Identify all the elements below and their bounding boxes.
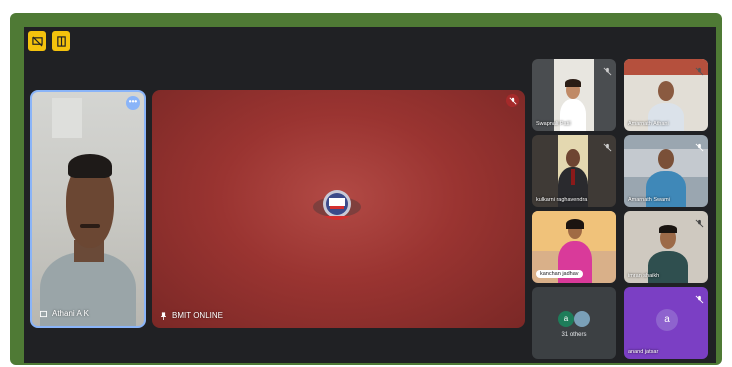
- participant-tile[interactable]: Swapnali Patil: [532, 59, 616, 131]
- participant-name-pill: kanchan jadhav: [536, 270, 583, 278]
- participant-tile[interactable]: kulkarni raghavendra: [532, 135, 616, 207]
- participant-tile[interactable]: Amarnath Swami: [624, 135, 708, 207]
- panel-button[interactable]: [52, 31, 70, 51]
- participant-tile[interactable]: imran shaikh: [624, 211, 708, 283]
- meet-window: ••• Athani A K BMIT ONLINE Swapnali Pati…: [24, 27, 716, 363]
- participant-name: kanchan jadhav: [540, 271, 579, 277]
- mic-off-icon: [695, 139, 704, 152]
- main-name: BMIT ONLINE: [172, 311, 223, 320]
- others-count: 31 others: [561, 332, 587, 338]
- mic-off-icon: [603, 139, 612, 152]
- participant-name: Swapnali Patil: [536, 121, 571, 127]
- main-mic-indicator: [506, 94, 519, 107]
- mic-off-icon: [603, 63, 612, 76]
- panel-icon: [56, 35, 66, 47]
- self-tile-label: Athani A K: [40, 309, 89, 318]
- more-options-button[interactable]: •••: [126, 96, 140, 110]
- bmit-logo: [313, 190, 361, 220]
- others-avatar-photo: [574, 311, 590, 327]
- participant-name: anand jatsar: [628, 349, 659, 355]
- main-video-tile[interactable]: BMIT ONLINE: [152, 90, 525, 328]
- self-video-tile[interactable]: ••• Athani A K: [30, 90, 146, 328]
- photo-frame: ••• Athani A K BMIT ONLINE Swapnali Pati…: [10, 13, 722, 365]
- participant-name: kulkarni raghavendra: [536, 197, 588, 203]
- wall-window: [52, 98, 82, 138]
- participant-tile[interactable]: kanchan jadhav: [532, 211, 616, 283]
- more-icon: •••: [128, 97, 138, 106]
- participant-name: Amarnath Swami: [628, 197, 670, 203]
- participant-name: Amarnath Athani: [628, 121, 669, 127]
- others-tile[interactable]: a 31 others: [532, 287, 616, 359]
- others-avatar: a: [558, 311, 574, 327]
- mic-off-icon: [695, 63, 704, 76]
- participant-name: imran shaikh: [628, 273, 660, 279]
- mic-off-icon: [695, 291, 704, 304]
- screen-off-button[interactable]: [28, 31, 46, 51]
- mic-off-icon: [695, 215, 704, 228]
- present-icon: [40, 310, 47, 317]
- participant-tile[interactable]: a anand jatsar: [624, 287, 708, 359]
- screen-off-icon: [31, 35, 43, 47]
- participant-tile[interactable]: Amarnath Athani: [624, 59, 708, 131]
- participant-avatar: a: [656, 309, 678, 331]
- pin-icon: [161, 311, 166, 320]
- main-tile-label: BMIT ONLINE: [160, 311, 223, 320]
- self-name: Athani A K: [52, 309, 89, 318]
- mic-off-icon: [508, 96, 517, 105]
